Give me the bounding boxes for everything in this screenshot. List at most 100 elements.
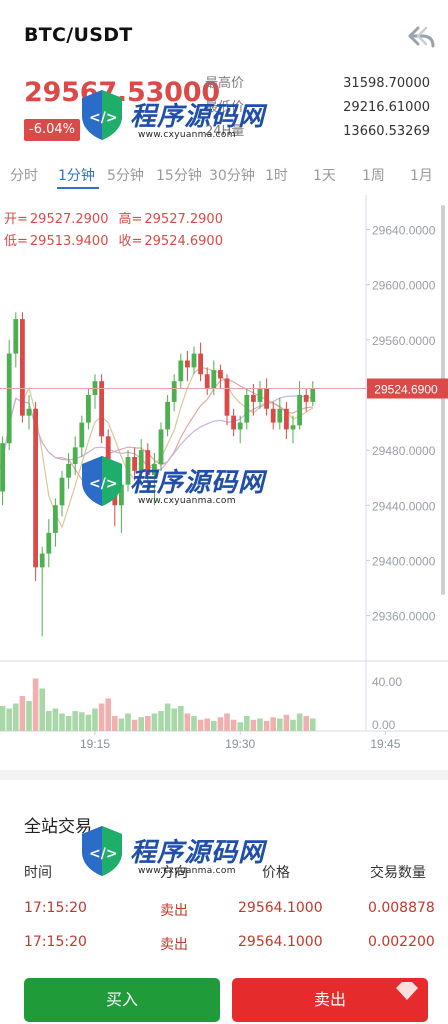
volume-bar xyxy=(217,717,224,731)
back-arrow-icon[interactable] xyxy=(404,22,438,50)
tab-1min[interactable]: 1分钟 xyxy=(58,165,95,185)
candle-body xyxy=(152,463,157,475)
volume-bar xyxy=(296,713,303,731)
time-tick-label: 19:45 xyxy=(370,737,400,751)
tab-15min[interactable]: 15分钟 xyxy=(156,165,202,185)
volume-bar xyxy=(79,712,85,731)
candle-body xyxy=(138,450,144,471)
ticker-summary: 29567.53000 -6.04% 最高价 31598.70000 最低价 2… xyxy=(0,64,448,154)
open-label: 开= xyxy=(4,212,28,227)
volume-bar xyxy=(19,696,26,731)
stat-high: 最高价 31598.70000 xyxy=(205,72,430,96)
stat-label: 24H量 xyxy=(205,124,245,139)
buy-button[interactable]: 买入 xyxy=(24,978,220,1022)
volume-bar xyxy=(257,718,263,731)
stat-volume: 24H量 13660.53269 xyxy=(205,120,430,144)
candle-body xyxy=(198,353,203,375)
volume-bar xyxy=(283,714,290,731)
price-tick-label: 29400.0000 xyxy=(372,554,436,568)
tab-30min[interactable]: 30分钟 xyxy=(209,165,255,185)
active-tab-indicator xyxy=(57,187,99,189)
volume-bar xyxy=(105,698,111,731)
trade-price: 29564.1000 xyxy=(238,900,323,916)
volume-bar xyxy=(46,711,52,731)
pair-title: BTC/USDT xyxy=(24,24,133,46)
candle-body xyxy=(185,360,190,368)
candle-body xyxy=(26,408,32,416)
volume-bar xyxy=(13,703,19,731)
volume-bar xyxy=(59,713,65,731)
change-badge: -6.04% xyxy=(24,119,80,141)
tab-1day[interactable]: 1天 xyxy=(313,165,336,185)
stat-value: 29216.61000 xyxy=(343,100,430,115)
candle-body xyxy=(39,553,45,568)
tab-timeline[interactable]: 分时 xyxy=(10,165,38,185)
price-tick-label: 29360.0000 xyxy=(372,610,436,624)
candle-body xyxy=(99,381,104,437)
high-label: 高= xyxy=(118,212,143,227)
volume-bar xyxy=(224,713,230,731)
candle-body xyxy=(20,319,25,416)
volume-bar xyxy=(310,718,316,731)
volume-bar xyxy=(277,718,283,731)
volume-bar xyxy=(112,716,118,731)
tab-1week[interactable]: 1周 xyxy=(362,165,385,185)
trade-qty: 0.008878 xyxy=(368,900,435,916)
volume-bar xyxy=(171,708,177,731)
candle-body xyxy=(218,370,223,379)
header-price: 价格 xyxy=(262,865,290,881)
close-label: 收= xyxy=(118,234,143,249)
trade-price: 29564.1000 xyxy=(238,934,323,950)
volume-bar xyxy=(98,703,105,731)
volume-bar xyxy=(237,722,243,731)
trade-qty: 0.002200 xyxy=(368,934,435,950)
current-price-label: 29524.6900 xyxy=(374,383,438,397)
stats-panel: 最高价 31598.70000 最低价 29216.61000 24H量 136… xyxy=(205,72,430,144)
candle-body xyxy=(112,477,118,506)
volume-bar xyxy=(290,719,296,731)
kline-chart-svg[interactable]: 29640.0000 29600.0000 29560.0000 29480.0000… xyxy=(0,195,448,755)
trade-time: 17:15:20 xyxy=(24,934,87,950)
candle-body xyxy=(237,422,243,430)
volume-bar xyxy=(270,717,276,731)
volume-bar xyxy=(6,708,12,731)
high-value: 29527.2900 xyxy=(144,212,223,227)
trade-row: 17:15:20 卖出 29564.1000 0.002200 xyxy=(0,934,448,956)
kline-chart[interactable]: 29640.0000 29600.0000 29560.0000 29480.0000… xyxy=(0,195,448,755)
volume-bar xyxy=(138,717,144,731)
volume-bar xyxy=(39,688,45,731)
candle-body xyxy=(303,394,309,402)
candle-body xyxy=(46,532,52,554)
ohlc-readout: 开= 29527.2900 高= 29527.2900 低= 29513.940… xyxy=(4,209,223,253)
volume-bar xyxy=(145,716,151,731)
trade-direction: 卖出 xyxy=(160,903,188,919)
time-tick-label: 19:30 xyxy=(225,737,255,751)
stat-label: 最高价 xyxy=(205,76,245,91)
volume-bar xyxy=(303,716,309,731)
chart-scrollbar xyxy=(441,205,445,595)
candle-body xyxy=(125,457,131,485)
tab-5min[interactable]: 5分钟 xyxy=(107,165,144,185)
open-value: 29527.2900 xyxy=(29,212,109,227)
volume-bar xyxy=(178,706,184,731)
header-direction: 方向 xyxy=(160,865,188,881)
tab-1month[interactable]: 1月 xyxy=(410,165,433,185)
stat-value: 13660.53269 xyxy=(343,124,430,139)
close-value: 29524.6900 xyxy=(144,234,223,249)
stat-low: 最低价 29216.61000 xyxy=(205,96,430,120)
volume-bar xyxy=(164,703,171,731)
price-tick-label: 29560.0000 xyxy=(372,334,436,348)
candle-body xyxy=(13,319,19,354)
candle-body xyxy=(284,408,289,430)
candles xyxy=(0,312,316,637)
candle-body xyxy=(59,477,65,506)
time-tick-label: 19:15 xyxy=(80,737,110,751)
tab-1hour[interactable]: 1时 xyxy=(265,165,288,185)
header: BTC/USDT xyxy=(0,0,448,64)
section-divider xyxy=(0,770,448,780)
candle-body xyxy=(132,457,137,471)
price-tick-label: 29600.0000 xyxy=(372,279,436,293)
candle-body xyxy=(204,374,210,389)
diamond-icon xyxy=(396,982,418,1000)
candle-body xyxy=(165,401,170,430)
